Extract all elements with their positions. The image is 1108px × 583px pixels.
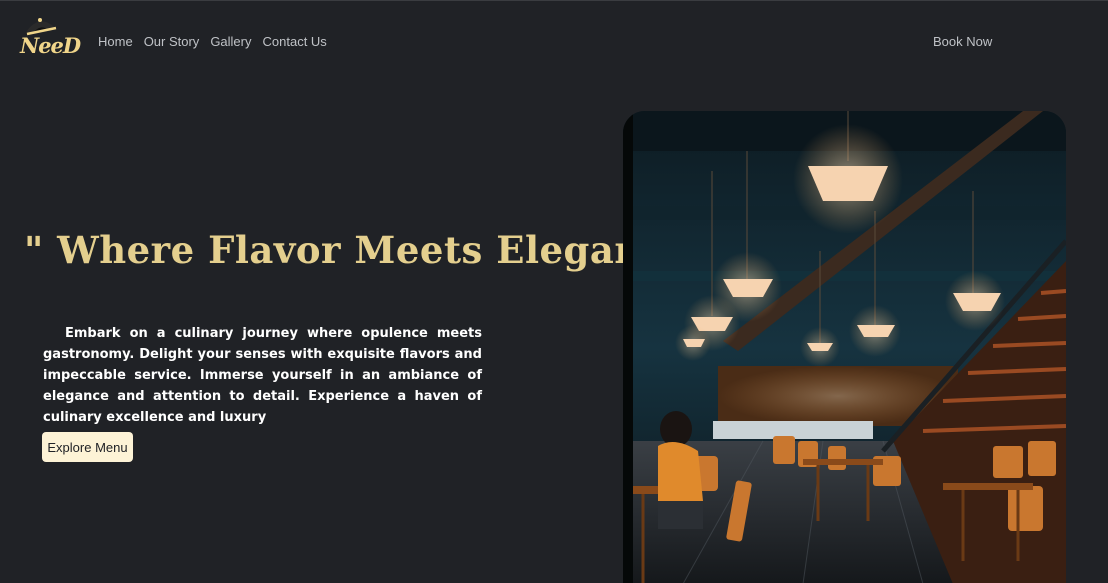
explore-menu-button[interactable]: Explore Menu xyxy=(42,432,133,462)
logo-text: NeeD xyxy=(20,33,81,58)
nav-our-story[interactable]: Our Story xyxy=(144,34,200,49)
restaurant-photo xyxy=(623,111,1066,583)
nav-gallery[interactable]: Gallery xyxy=(210,34,251,49)
hero-paragraph: Embark on a culinary journey where opule… xyxy=(43,326,482,425)
main-nav: Home Our Story Gallery Contact Us xyxy=(98,34,338,49)
nav-contact-us[interactable]: Contact Us xyxy=(263,34,327,49)
nav-home[interactable]: Home xyxy=(98,34,133,49)
book-now-link[interactable]: Book Now xyxy=(933,34,992,49)
brand-logo[interactable]: NeeD xyxy=(18,15,81,63)
hero-headline: " Where Flavor Meets Elegance " xyxy=(24,228,723,272)
